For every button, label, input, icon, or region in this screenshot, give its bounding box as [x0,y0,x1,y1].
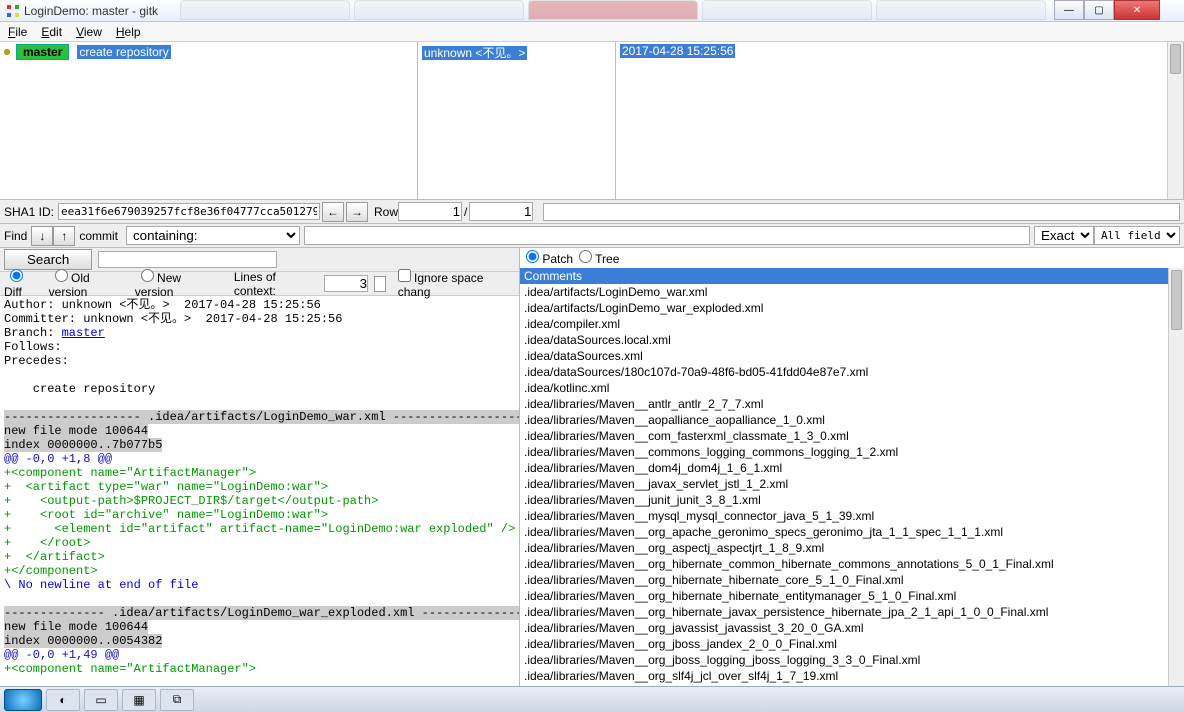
taskbar: ◐ ▭ ▦ ⧉ [0,686,1184,712]
commit-dot-icon [4,49,10,55]
file-list-item[interactable]: .idea/libraries/Maven__mysql_mysql_conne… [520,508,1184,524]
find-text-input[interactable] [304,226,1030,245]
date-cell: 2017-04-28 15:25:56 [620,44,735,58]
file-list-item[interactable]: .idea/artifacts/LoginDemo_war.xml [520,284,1184,300]
window-title: LoginDemo: master - gitk [24,4,158,18]
find-fields-select[interactable]: All fields [1094,226,1180,245]
commit-panels: master create repository unknown <不见。> 2… [0,42,1184,200]
file-list-item[interactable]: .idea/libraries/Maven__org_hibernate_com… [520,556,1184,572]
file-list-item[interactable]: .idea/libraries/Maven__com_fasterxml_cla… [520,428,1184,444]
start-button[interactable] [4,689,42,711]
author-cell: unknown <不见。> [422,46,527,60]
file-list-item[interactable]: .idea/dataSources/180c107d-70a9-48f6-bd0… [520,364,1184,380]
file-list-item[interactable]: .idea/libraries/Maven__aopalliance_aopal… [520,412,1184,428]
search-field[interactable] [98,251,277,268]
maximize-button[interactable]: ▢ [1084,0,1114,20]
diff-radio[interactable]: Diff [4,269,43,299]
diff-pane: Search Diff Old version New version Line… [0,248,520,686]
branch-link[interactable]: master [62,326,105,340]
row-label: Row [374,205,398,219]
file-list-item[interactable]: .idea/libraries/Maven__commons_logging_c… [520,444,1184,460]
diff-view[interactable]: Author: unknown <不见。> 2017-04-28 15:25:5… [0,296,519,686]
file-list-scrollbar[interactable] [1168,268,1184,686]
menu-help[interactable]: Help [116,25,141,39]
spinner-icon[interactable] [374,276,386,292]
find-next-button[interactable]: ↓ [31,226,53,246]
new-version-radio[interactable]: New version [135,269,220,299]
file-list-item[interactable]: .idea/libraries/Maven__junit_junit_3_8_1… [520,492,1184,508]
file-list-item[interactable]: .idea/libraries/Maven__org_jboss_jandex_… [520,636,1184,652]
sha-row: SHA1 ID: ← → Row / [0,200,1184,224]
file-list-item[interactable]: .idea/artifacts/LoginDemo_war_exploded.x… [520,300,1184,316]
file-list-item[interactable]: .idea/dataSources.local.xml [520,332,1184,348]
file-list-item[interactable]: .idea/libraries/Maven__org_jboss_logging… [520,652,1184,668]
file-list-item[interactable]: .idea/libraries/Maven__org_hibernate_hib… [520,572,1184,588]
diff-options-row: Diff Old version New version Lines of co… [0,272,519,296]
lines-of-context-label: Lines of context: [234,270,318,298]
menu-file[interactable]: File [8,25,27,39]
old-version-radio[interactable]: Old version [49,269,129,299]
branch-tag[interactable]: master [16,44,69,60]
row-sep: / [464,205,467,219]
find-prev-button[interactable]: ↑ [53,226,75,246]
menu-edit[interactable]: Edit [41,25,62,39]
sha-extra-field[interactable] [543,203,1180,221]
nav-back-button[interactable]: ← [322,202,344,222]
file-list-item[interactable]: .idea/libraries/Maven__org_slf4j_jcl_ove… [520,668,1184,684]
task-explorer-icon[interactable]: ▭ [84,689,118,711]
file-list-item[interactable]: .idea/kotlinc.xml [520,380,1184,396]
find-commit-label: commit [79,229,118,243]
file-list-item[interactable]: .idea/libraries/Maven__antlr_antlr_2_7_7… [520,396,1184,412]
commit-message[interactable]: create repository [77,45,170,59]
row-current-input[interactable] [398,202,462,221]
file-list-header[interactable]: Comments [520,268,1184,284]
file-list[interactable]: Comments .idea/artifacts/LoginDemo_war.x… [520,268,1184,686]
task-app-icon[interactable]: ▦ [122,689,156,711]
ignore-space-checkbox[interactable]: Ignore space chang [398,269,515,299]
file-list-item[interactable]: .idea/dataSources.xml [520,348,1184,364]
find-label: Find [4,229,27,243]
find-match-select[interactable]: Exact [1034,226,1094,245]
view-mode-row: Patch Tree [520,248,1184,268]
sha-label: SHA1 ID: [4,205,54,219]
file-list-item[interactable]: .idea/libraries/Maven__javax_servlet_jst… [520,476,1184,492]
find-mode-select[interactable]: containing: [126,226,300,245]
commit-graph-panel[interactable]: master create repository [0,42,418,199]
nav-forward-button[interactable]: → [346,202,368,222]
file-list-item[interactable]: .idea/libraries/Maven__org_javassist_jav… [520,620,1184,636]
row-total-input[interactable] [469,202,533,221]
file-list-item[interactable]: .idea/libraries/Maven__org_hibernate_hib… [520,588,1184,604]
minimize-button[interactable]: — [1054,0,1084,20]
scrollbar[interactable] [1167,42,1183,199]
gitk-icon [6,4,20,18]
search-button[interactable]: Search [4,249,92,270]
menu-view[interactable]: View [76,25,102,39]
file-list-item[interactable]: .idea/libraries/Maven__org_apache_geroni… [520,524,1184,540]
author-panel[interactable]: unknown <不见。> [418,42,616,199]
file-list-item[interactable]: .idea/libraries/Maven__dom4j_dom4j_1_6_1… [520,460,1184,476]
lines-of-context-input[interactable] [324,275,368,292]
find-row: Find ↓ ↑ commit containing: Exact All fi… [0,224,1184,248]
task-gitk-icon[interactable]: ⧉ [160,689,194,711]
background-tabs [180,0,1050,20]
date-panel[interactable]: 2017-04-28 15:25:56 [616,42,1184,199]
file-list-item[interactable]: .idea/libraries/Maven__org_aspectj_aspec… [520,540,1184,556]
patch-radio[interactable]: Patch [526,250,573,266]
close-button[interactable]: ✕ [1114,0,1160,20]
sha-input[interactable] [58,203,320,220]
task-chrome-icon[interactable]: ◐ [46,689,80,711]
file-list-item[interactable]: .idea/libraries/Maven__org_hibernate_jav… [520,604,1184,620]
file-list-pane: Patch Tree Comments .idea/artifacts/Logi… [520,248,1184,686]
titlebar: LoginDemo: master - gitk — ▢ ✕ [0,0,1184,22]
file-list-item[interactable]: .idea/compiler.xml [520,316,1184,332]
tree-radio[interactable]: Tree [579,250,619,266]
menubar: File Edit View Help [0,22,1184,42]
